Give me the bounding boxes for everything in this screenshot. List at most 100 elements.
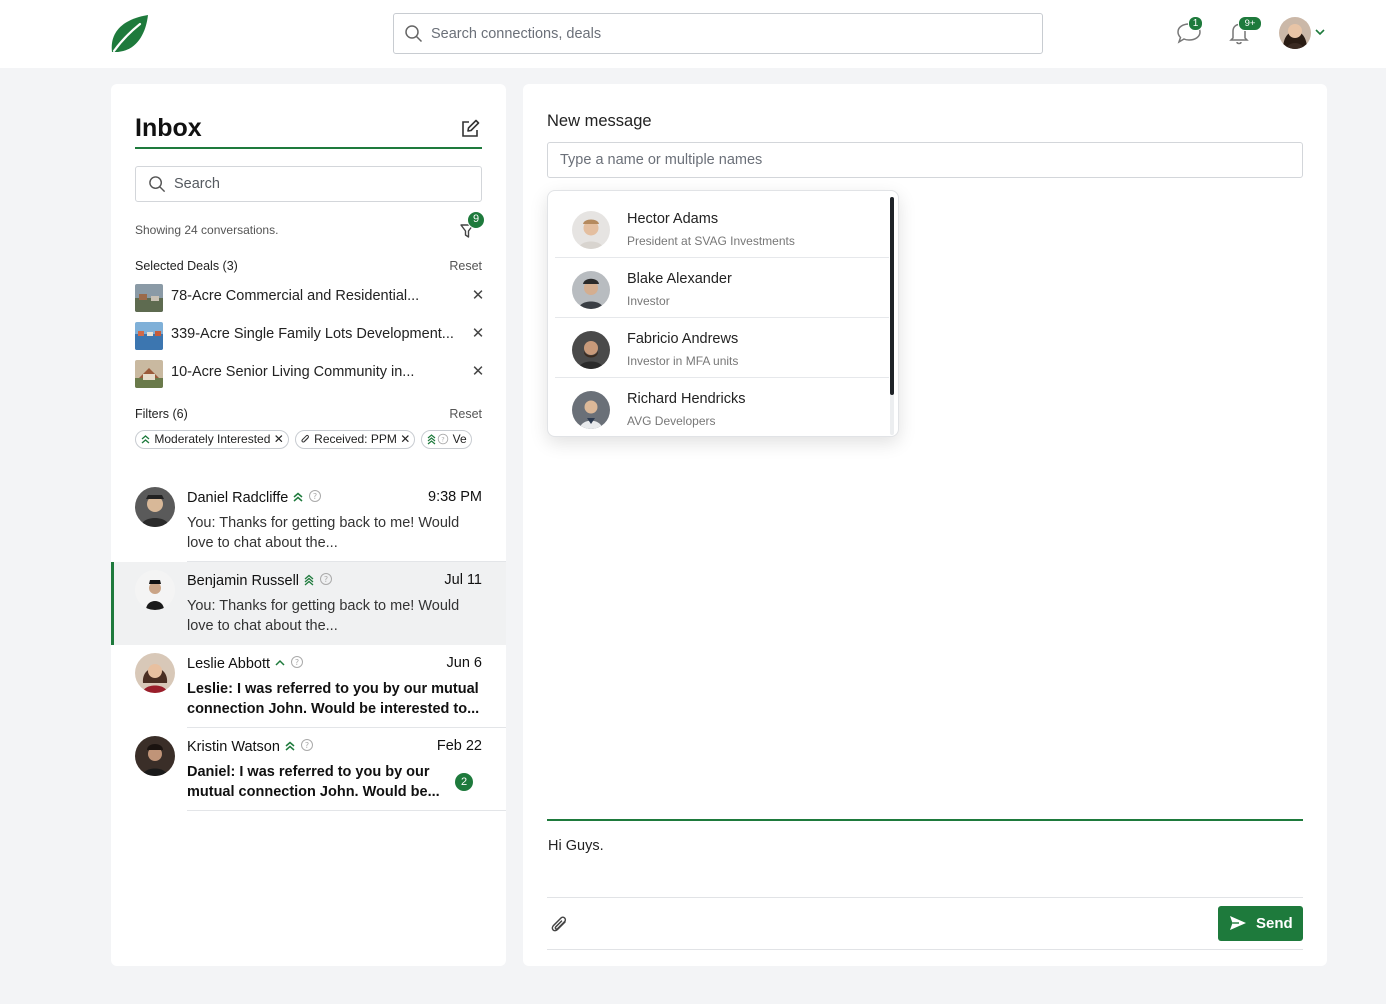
deal-thumbnail — [135, 322, 163, 350]
contact-name: Daniel Radcliffe? — [187, 489, 322, 506]
conversation-time: Jun 6 — [446, 655, 482, 671]
suggestion-item[interactable]: Blake Alexander Investor — [555, 258, 889, 318]
suggestion-name: Fabricio Andrews — [627, 331, 739, 347]
filter-chips: Moderately Interested ✕ Received: PPM ✕?… — [135, 430, 482, 452]
deal-name: 78-Acre Commercial and Residential... — [171, 288, 420, 304]
double-chevron-up-icon — [293, 492, 303, 502]
conversation-item[interactable]: Daniel Radcliffe? 9:38 PM You: Thanks fo… — [111, 479, 506, 562]
search-icon — [405, 25, 423, 43]
deal-item[interactable]: 78-Acre Commercial and Residential... ✕ — [135, 282, 485, 312]
reset-filters-link[interactable]: Reset — [441, 407, 482, 421]
double-chevron-up-icon — [141, 435, 150, 444]
messages-button[interactable]: 1 — [1174, 16, 1204, 48]
conversation-preview: Daniel: I was referred to you by our mut… — [187, 764, 440, 800]
suggestion-name: Blake Alexander — [627, 271, 732, 287]
paperclip-icon[interactable] — [549, 914, 571, 936]
chevron-up-icon — [275, 659, 285, 666]
avatar — [572, 331, 610, 369]
filter-chip[interactable]: Moderately Interested ✕ — [135, 430, 289, 449]
inbox-title: Inbox — [135, 114, 202, 142]
suggestion-item[interactable]: Richard Hendricks AVG Developers — [555, 378, 889, 436]
notifications-badge: 9+ — [1238, 16, 1262, 31]
chevron-down-icon[interactable] — [1314, 26, 1326, 38]
deal-thumbnail — [135, 360, 163, 388]
conversation-preview: Leslie: I was referred to you by our mut… — [187, 681, 480, 717]
double-chevron-up-icon — [285, 741, 295, 751]
global-search[interactable] — [393, 13, 1043, 54]
filter-badge: 9 — [467, 211, 485, 229]
remove-chip-icon[interactable]: ✕ — [400, 432, 410, 446]
conversation-item[interactable]: Kristin Watson? Feb 22 Daniel: I was ref… — [111, 728, 506, 811]
suggestion-item[interactable]: Hector Adams President at SVAG Investmen… — [555, 198, 889, 258]
deal-thumbnail — [135, 284, 163, 312]
suggestion-item[interactable]: Fabricio Andrews Investor in MFA units — [555, 318, 889, 378]
avatar — [572, 271, 610, 309]
deal-item[interactable]: 339-Acre Single Family Lots Development.… — [135, 320, 485, 350]
selected-deals-label: Selected Deals (3) — [135, 259, 238, 273]
divider — [187, 810, 506, 811]
inbox-search-input[interactable] — [174, 167, 474, 201]
bottom-divider — [547, 949, 1303, 950]
suggestion-role: President at SVAG Investments — [627, 234, 795, 248]
inbox-search[interactable] — [135, 166, 482, 202]
filter-chip[interactable]: ? Ve — [421, 430, 472, 449]
filter-button[interactable]: 9 — [458, 211, 485, 241]
deal-name: 339-Acre Single Family Lots Development.… — [171, 326, 454, 342]
recipient-suggestions: Hector Adams President at SVAG Investmen… — [547, 190, 899, 437]
scrollbar-thumb[interactable] — [890, 197, 894, 395]
avatar — [135, 570, 175, 610]
send-button[interactable]: Send — [1218, 906, 1303, 941]
avatar — [572, 391, 610, 429]
conversation-time: Jul 11 — [444, 572, 482, 588]
suggestion-role: Investor — [627, 294, 670, 308]
conversation-time: Feb 22 — [436, 738, 482, 754]
deal-item[interactable]: 10-Acre Senior Living Community in... ✕ — [135, 358, 485, 388]
recipients-input[interactable] — [560, 143, 1260, 177]
leaf-logo-icon[interactable] — [108, 12, 152, 56]
remove-deal-icon[interactable]: ✕ — [471, 324, 485, 342]
top-bar: 1 9+ — [0, 0, 1386, 68]
global-search-input[interactable] — [431, 14, 1031, 53]
conversation-item-active[interactable]: Benjamin Russell? Jul 11 You: Thanks for… — [111, 562, 506, 645]
recipients-field[interactable] — [547, 142, 1303, 178]
toolbar-divider — [547, 897, 1303, 898]
avatar — [135, 653, 175, 693]
conversation-time: 9:38 PM — [428, 489, 482, 505]
avatar — [135, 736, 175, 776]
remove-chip-icon[interactable]: ✕ — [274, 432, 284, 446]
compose-icon[interactable] — [459, 118, 481, 140]
contact-name: Kristin Watson? — [187, 738, 314, 755]
help-circle-icon: ? — [291, 656, 304, 668]
search-icon — [149, 176, 166, 193]
svg-text:?: ? — [305, 741, 309, 750]
suggestion-name: Hector Adams — [627, 211, 719, 227]
title-underline — [135, 147, 482, 149]
help-circle-icon: ? — [300, 739, 313, 751]
filters-label: Filters (6) — [135, 407, 188, 421]
suggestion-role: AVG Developers — [627, 414, 716, 428]
user-avatar[interactable] — [1279, 17, 1311, 49]
conversation-item[interactable]: Leslie Abbott? Jun 6 Leslie: I was refer… — [111, 645, 506, 728]
reset-deals-link[interactable]: Reset — [441, 259, 482, 273]
compose-divider — [547, 819, 1303, 821]
remove-deal-icon[interactable]: ✕ — [471, 362, 485, 380]
send-label: Send — [1256, 915, 1293, 932]
notifications-button[interactable]: 9+ — [1225, 16, 1262, 48]
filter-chip[interactable]: Received: PPM ✕ — [294, 430, 416, 449]
help-circle-icon: ? — [309, 490, 322, 502]
svg-text:?: ? — [313, 492, 317, 501]
suggestion-role: Investor in MFA units — [627, 354, 739, 368]
help-circle-icon: ? — [320, 573, 333, 585]
remove-deal-icon[interactable]: ✕ — [471, 286, 485, 304]
contact-name: Benjamin Russell? — [187, 572, 333, 589]
inbox-panel: Inbox Showing 24 conversations. 9 Select… — [111, 84, 506, 966]
avatar — [135, 487, 175, 527]
help-circle-icon: ? — [438, 433, 449, 445]
message-body[interactable]: Hi Guys. — [548, 838, 604, 854]
contact-name: Leslie Abbott? — [187, 655, 304, 672]
showing-count: Showing 24 conversations. — [135, 223, 279, 237]
unread-badge: 2 — [455, 773, 473, 791]
conversation-preview: You: Thanks for getting back to me! Woul… — [187, 598, 460, 634]
avatar — [572, 211, 610, 249]
messages-badge: 1 — [1188, 16, 1203, 31]
